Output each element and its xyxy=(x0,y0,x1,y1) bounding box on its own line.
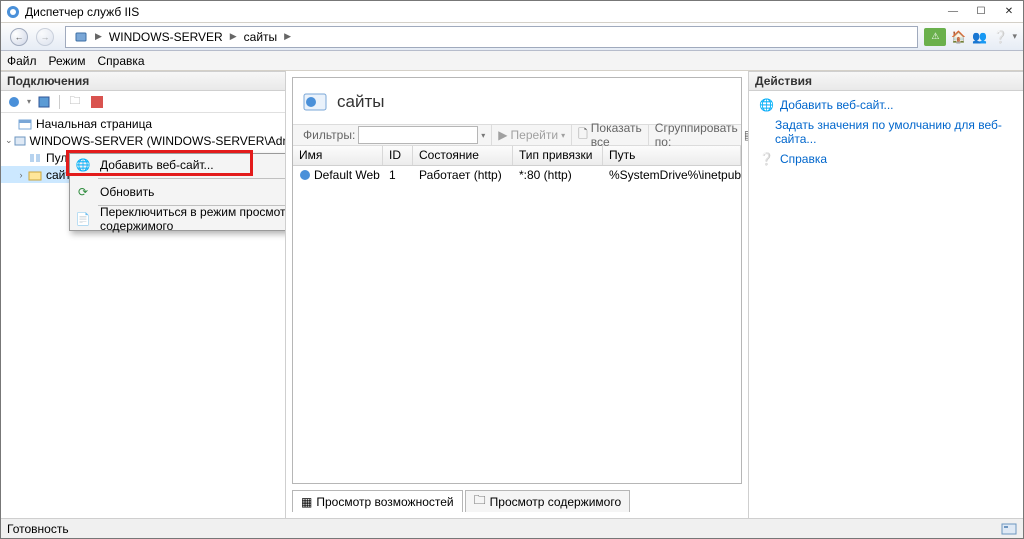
home-page-icon xyxy=(17,117,33,131)
content-panel: сайты Фильтры: ▾ ▶ Перейти ▾ 🗋 Показать … xyxy=(286,71,748,518)
site-icon xyxy=(299,169,311,181)
globe-icon: 🌐 xyxy=(759,98,774,112)
ctx-label: Добавить веб-сайт... xyxy=(100,158,214,172)
show-all-icon: 🗋 xyxy=(578,125,588,146)
actions-list: 🌐 Добавить веб-сайт... Задать значения п… xyxy=(749,91,1023,518)
nav-right-toolbar: ⚠ 🏠 👥 ❔ ▾ xyxy=(924,28,1017,46)
context-menu: 🌐 Добавить веб-сайт... ⟳ Обновить 📄 Пере… xyxy=(69,153,285,231)
status-bar: Готовность xyxy=(1,518,1023,538)
go-button[interactable]: ▶ Перейти ▾ xyxy=(491,125,571,145)
ctx-label: Переключиться в режим просмотра содержим… xyxy=(100,205,285,233)
alert-icon[interactable]: ⚠ xyxy=(924,28,946,46)
server-icon xyxy=(13,134,27,148)
page-title: сайты xyxy=(337,92,384,112)
filter-bar: Фильтры: ▾ ▶ Перейти ▾ 🗋 Показать все xyxy=(293,124,741,146)
action-set-defaults[interactable]: Задать значения по умолчанию для веб-сай… xyxy=(751,115,1021,149)
filter-label: Фильтры: xyxy=(303,128,355,142)
grid-header: Имя ID Состояние Тип привязки Путь xyxy=(293,146,741,166)
breadcrumb-sites[interactable]: сайты xyxy=(240,30,282,44)
collapse-icon[interactable]: ⌄ xyxy=(5,135,13,146)
refresh-icon: ⟳ xyxy=(74,185,92,199)
connections-toolbar: ▾ 🗀 xyxy=(1,91,285,113)
content-inner: сайты Фильтры: ▾ ▶ Перейти ▾ 🗋 Показать … xyxy=(292,77,742,484)
titlebar: Диспетчер служб IIS — ☐ ✕ xyxy=(1,1,1023,23)
connect-icon[interactable] xyxy=(5,93,23,111)
col-path[interactable]: Путь xyxy=(603,146,741,165)
config-icon[interactable] xyxy=(1001,522,1017,536)
ctx-label: Обновить xyxy=(100,185,154,199)
help-icon[interactable]: ❔ xyxy=(991,28,1009,46)
body: Подключения ▾ 🗀 Начальная страница ⌄ xyxy=(1,71,1023,518)
page-title-bar: сайты xyxy=(293,78,741,124)
menu-file[interactable]: Файл xyxy=(7,54,37,68)
go-icon: ▶ xyxy=(498,128,507,142)
col-name[interactable]: Имя xyxy=(293,146,383,165)
connections-tree: Начальная страница ⌄ WINDOWS-SERVER (WIN… xyxy=(1,113,285,518)
tree-label: WINDOWS-SERVER (WINDOWS-SERVER\Administr… xyxy=(30,134,285,148)
sites-folder-icon xyxy=(27,168,43,182)
menu-mode[interactable]: Режим xyxy=(49,54,86,68)
cell-id: 1 xyxy=(383,168,413,182)
connections-panel: Подключения ▾ 🗀 Начальная страница ⌄ xyxy=(1,71,286,518)
chevron-right-icon: ▶ xyxy=(227,31,240,42)
close-button[interactable]: ✕ xyxy=(995,2,1023,22)
filter-input[interactable] xyxy=(358,126,478,144)
home-icon[interactable]: 🏠 xyxy=(949,28,967,46)
grid-body: Default Web Site 1 Работает (http) *:80 … xyxy=(293,166,741,483)
tree-start-page[interactable]: Начальная страница xyxy=(1,115,285,132)
tree-label: Начальная страница xyxy=(36,117,152,131)
content-icon: 🗀 xyxy=(474,491,486,512)
expand-icon[interactable]: › xyxy=(15,170,27,180)
nav-bar: ← → ▶ WINDOWS-SERVER ▶ сайты ▶ ⚠ 🏠 👥 ❔ ▾ xyxy=(1,23,1023,51)
ctx-switch-content-view[interactable]: 📄 Переключиться в режим просмотра содерж… xyxy=(70,208,285,230)
users-icon[interactable]: 👥 xyxy=(970,28,988,46)
status-text: Готовность xyxy=(7,522,69,536)
tab-features-view[interactable]: ▦ Просмотр возможностей xyxy=(292,490,463,512)
action-help[interactable]: ❔ Справка xyxy=(751,149,1021,169)
ctx-add-website[interactable]: 🌐 Добавить веб-сайт... xyxy=(70,154,285,176)
actions-header: Действия xyxy=(749,71,1023,91)
maximize-button[interactable]: ☐ xyxy=(967,2,995,22)
features-icon: ▦ xyxy=(301,495,312,509)
menu-help[interactable]: Справка xyxy=(98,54,145,68)
connections-header: Подключения xyxy=(1,71,285,91)
show-all-button[interactable]: 🗋 Показать все xyxy=(571,125,648,145)
cell-path: %SystemDrive%\inetpub\wwwroot xyxy=(603,168,741,182)
content-view-icon: 📄 xyxy=(74,212,92,226)
minimize-button[interactable]: — xyxy=(939,2,967,22)
iis-icon xyxy=(5,4,21,20)
sites-icon xyxy=(301,88,329,116)
col-binding[interactable]: Тип привязки xyxy=(513,146,603,165)
cell-name: Default Web Site xyxy=(314,168,383,182)
view-tabs: ▦ Просмотр возможностей 🗀 Просмотр содер… xyxy=(292,488,742,512)
forward-button[interactable]: → xyxy=(33,26,57,48)
ctx-refresh[interactable]: ⟳ Обновить xyxy=(70,181,285,203)
tree-server[interactable]: ⌄ WINDOWS-SERVER (WINDOWS-SERVER\Adminis… xyxy=(1,132,285,149)
app-pools-icon xyxy=(27,151,43,165)
col-id[interactable]: ID xyxy=(383,146,413,165)
col-state[interactable]: Состояние xyxy=(413,146,513,165)
window-title: Диспетчер служб IIS xyxy=(25,5,939,19)
cell-state: Работает (http) xyxy=(413,168,513,182)
help-icon: ❔ xyxy=(759,152,774,166)
action-add-website[interactable]: 🌐 Добавить веб-сайт... xyxy=(751,95,1021,115)
table-row[interactable]: Default Web Site 1 Работает (http) *:80 … xyxy=(293,166,741,184)
globe-icon: 🌐 xyxy=(74,158,92,172)
breadcrumb[interactable]: ▶ WINDOWS-SERVER ▶ сайты ▶ xyxy=(65,26,918,48)
menu-bar: Файл Режим Справка xyxy=(1,51,1023,71)
up-icon[interactable]: 🗀 xyxy=(66,93,84,111)
chevron-right-icon: ▶ xyxy=(281,31,294,42)
breadcrumb-server[interactable]: WINDOWS-SERVER xyxy=(105,30,227,44)
separator xyxy=(98,178,285,179)
cell-binding: *:80 (http) xyxy=(513,168,603,182)
actions-panel: Действия 🌐 Добавить веб-сайт... Задать з… xyxy=(748,71,1023,518)
chevron-right-icon: ▶ xyxy=(92,31,105,42)
app-window: Диспетчер служб IIS — ☐ ✕ ← → ▶ WINDOWS-… xyxy=(0,0,1024,539)
stop-icon[interactable] xyxy=(88,93,106,111)
tab-content-view[interactable]: 🗀 Просмотр содержимого xyxy=(465,490,631,512)
back-button[interactable]: ← xyxy=(7,26,31,48)
breadcrumb-root-icon xyxy=(70,30,92,44)
save-icon[interactable] xyxy=(35,93,53,111)
